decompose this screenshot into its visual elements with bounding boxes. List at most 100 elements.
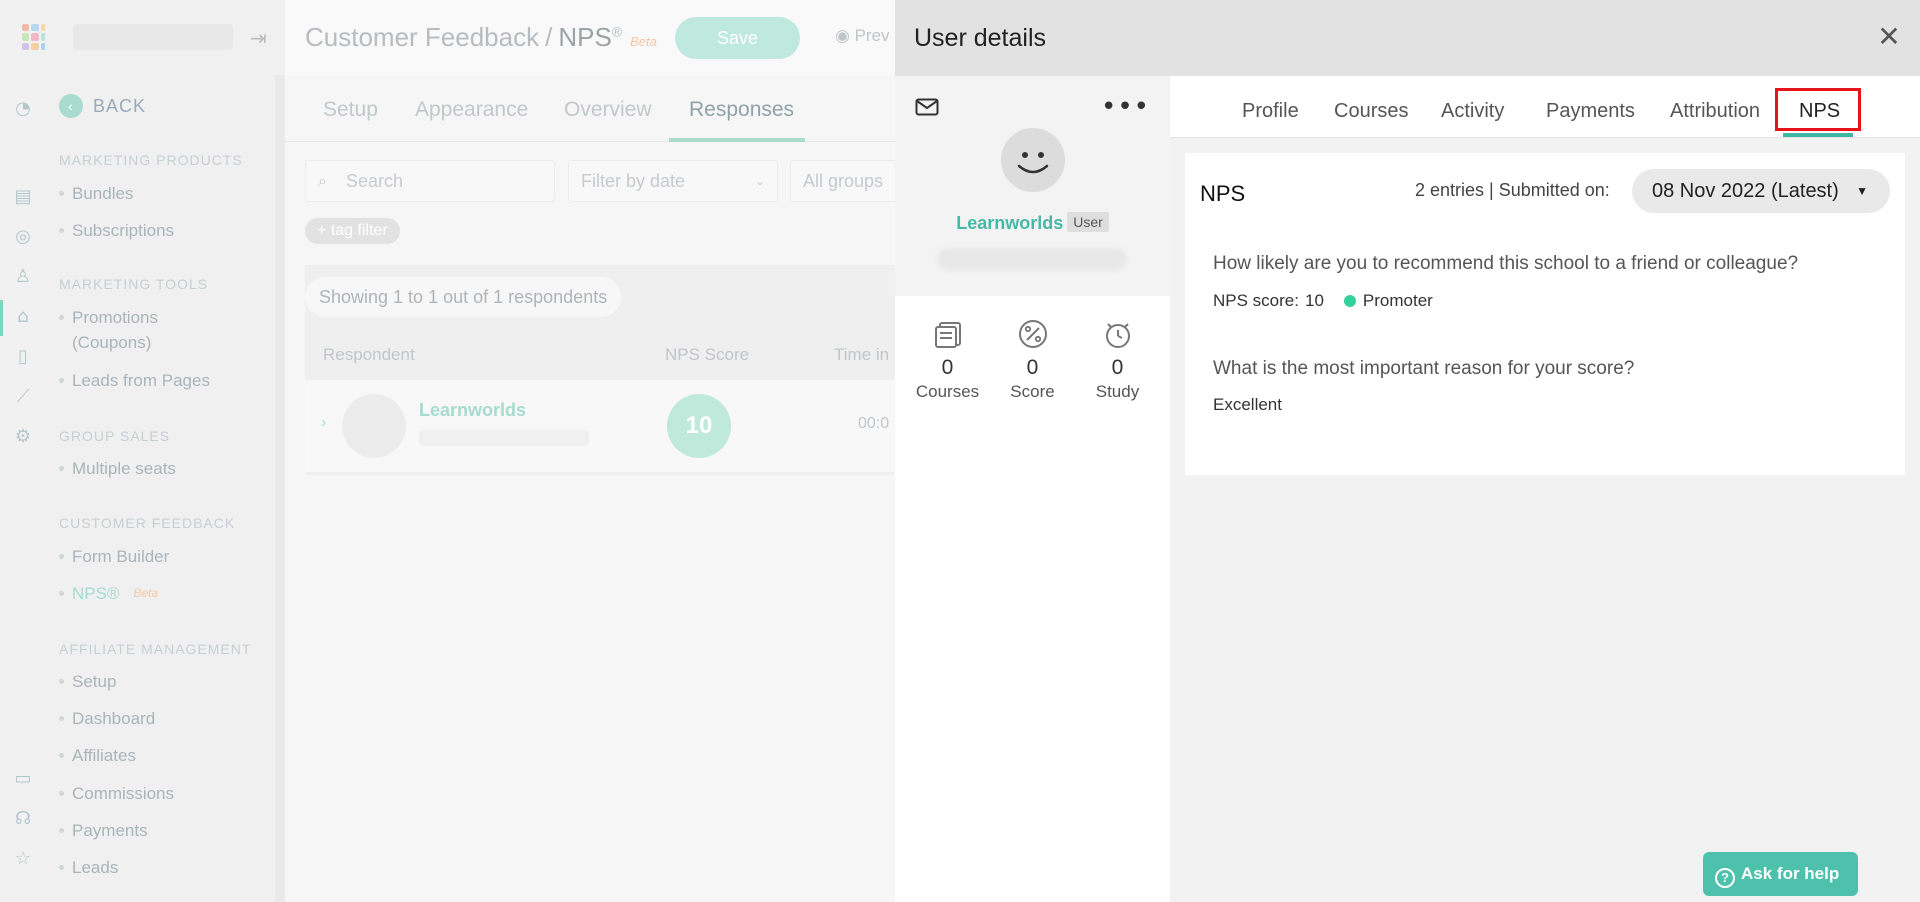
tab-underline <box>669 138 805 142</box>
user-name[interactable]: Learnworlds <box>956 213 1063 233</box>
study-icon <box>1105 323 1130 348</box>
sidebar-item-promotions[interactable]: Promotions (Coupons) <box>59 305 199 355</box>
stat-score: 0 Score <box>993 318 1073 402</box>
filter-by-date-select[interactable]: Filter by date ⌄ <box>568 160 778 202</box>
column-respondent[interactable]: Respondent <box>323 345 415 365</box>
column-nps-score[interactable]: NPS Score <box>665 345 749 365</box>
user-details-drawer: User details ✕ ••• Learnworlds User 0 Co… <box>895 0 1920 902</box>
mobile-icon[interactable]: ▯ <box>12 346 34 368</box>
logout-icon[interactable]: ⇥ <box>250 26 267 50</box>
column-time[interactable]: Time in p <box>834 345 903 365</box>
profile-column: ••• Learnworlds User 0 Courses 0 Score 0… <box>895 76 1170 902</box>
more-options-icon[interactable]: ••• <box>1101 92 1150 122</box>
user-star-icon[interactable]: ☆ <box>12 848 34 870</box>
pages-icon[interactable]: ▤ <box>12 186 34 208</box>
sidebar-item-payments[interactable]: Payments <box>59 818 148 843</box>
icon-rail: ◔ ▤ ◎ ♙ ⌂ ▯ ⟋ ⚙ ▭ ☊ ☆ <box>0 0 48 902</box>
sidebar-item-multiple-seats[interactable]: Multiple seats <box>59 456 176 481</box>
respondent-email-blurred <box>419 430 589 446</box>
back-arrow-icon: ‹ <box>59 94 83 118</box>
sidebar-item-subscriptions[interactable]: Subscriptions <box>59 218 174 243</box>
back-label: BACK <box>93 95 147 116</box>
tag-filter-button[interactable]: + tag filter <box>305 218 400 244</box>
sidebar-item-form-builder[interactable]: Form Builder <box>59 544 169 569</box>
question-reason: What is the most important reason for yo… <box>1213 358 1635 379</box>
sidebar-scrollbar[interactable] <box>275 75 285 902</box>
ask-for-help-button[interactable]: ? Ask for help <box>1703 852 1858 896</box>
eye-icon: ◉ <box>835 26 855 45</box>
school-brand-blurred <box>73 24 233 50</box>
clipboard-icon[interactable]: ▭ <box>12 768 34 790</box>
sidebar-section-title: CUSTOMER FEEDBACK <box>59 515 236 531</box>
settings-gear-icon[interactable]: ⚙ <box>12 426 34 448</box>
sidebar-item-nps[interactable]: NPS® Beta <box>59 581 158 606</box>
search-input[interactable]: ⌕ Search <box>305 160 555 202</box>
support-headset-icon[interactable]: ☊ <box>12 808 34 830</box>
users-icon[interactable]: ♙ <box>12 266 34 288</box>
dashboard-icon[interactable]: ◔ <box>12 98 34 120</box>
nps-tab-highlight-box <box>1775 88 1861 131</box>
sidebar-item-leads-from-pages[interactable]: Leads from Pages <box>59 368 210 393</box>
save-button[interactable]: Save <box>675 17 800 59</box>
nps-entries-meta: 2 entries | Submitted on: <box>1415 180 1610 200</box>
courses-icon <box>934 322 961 348</box>
nps-card: NPS 2 entries | Submitted on: 08 Nov 202… <box>1185 153 1905 475</box>
sidebar-item-dashboard[interactable]: Dashboard <box>59 706 155 731</box>
tab-courses[interactable]: Courses <box>1334 100 1408 123</box>
sidebar-item-bundles[interactable]: Bundles <box>59 181 133 206</box>
user-stats: 0 Courses 0 Score 0 Study <box>895 318 1170 402</box>
nps-score-label: NPS score: <box>1213 291 1299 310</box>
analytics-icon[interactable]: ⟋ <box>12 386 34 408</box>
sidebar-section-title: MARKETING TOOLS <box>59 276 209 292</box>
tag-icon[interactable]: ⌂ <box>12 306 34 328</box>
close-icon[interactable]: ✕ <box>1874 22 1904 52</box>
tab-appearance[interactable]: Appearance <box>415 98 528 122</box>
nps-score-line: NPS score: 10 Promoter <box>1213 291 1433 311</box>
ask-for-help-label: Ask for help <box>1741 864 1840 883</box>
sidebar: ⇥ ‹ BACK MARKETING PRODUCTS Bundles Subs… <box>45 0 285 902</box>
globe-icon[interactable]: ◎ <box>12 226 34 248</box>
chevron-down-icon: ⌄ <box>754 174 765 188</box>
sidebar-item-leads[interactable]: Leads <box>59 855 118 880</box>
results-panel: Showing 1 to 1 out of 1 respondents Resp… <box>305 265 945 475</box>
back-button[interactable]: ‹ BACK <box>59 94 146 118</box>
stat-study: 0 Study <box>1078 318 1158 402</box>
table-row[interactable]: › Learnworlds 10 00:0 <box>305 380 945 472</box>
tab-attribution[interactable]: Attribution <box>1670 100 1760 123</box>
user-name-row: Learnworlds User <box>895 212 1170 234</box>
tab-overview[interactable]: Overview <box>564 98 652 122</box>
preview-button[interactable]: ◉ Prev <box>835 26 890 46</box>
chevron-right-icon[interactable]: › <box>321 414 326 432</box>
page-title: Customer Feedback / NPS®Beta <box>305 22 657 52</box>
respondent-name[interactable]: Learnworlds <box>419 400 526 421</box>
tab-activity[interactable]: Activity <box>1441 100 1504 123</box>
groups-select[interactable]: All groups <box>790 160 910 202</box>
promoter-status-dot <box>1343 295 1356 307</box>
drawer-title: User details <box>914 24 1046 52</box>
nps-score-badge: 10 <box>667 394 731 458</box>
profile-header: ••• Learnworlds User <box>895 76 1170 296</box>
user-email-blurred <box>937 248 1127 270</box>
caret-down-icon: ▼ <box>1856 184 1868 198</box>
sidebar-section-title: AFFILIATE MANAGEMENT <box>59 641 252 657</box>
drawer-header: User details ✕ <box>895 0 1920 76</box>
sidebar-section-title: MARKETING PRODUCTS <box>59 152 243 168</box>
stat-label: Study <box>1095 382 1140 401</box>
tab-setup[interactable]: Setup <box>323 98 378 122</box>
results-count: Showing 1 to 1 out of 1 respondents <box>305 277 622 317</box>
sidebar-item-affiliates[interactable]: Affiliates <box>59 743 136 768</box>
tab-payments[interactable]: Payments <box>1546 100 1635 123</box>
stat-courses: 0 Courses <box>908 318 988 402</box>
stat-value: 0 <box>1026 356 1039 379</box>
tab-responses[interactable]: Responses <box>689 98 794 122</box>
sidebar-item-commissions[interactable]: Commissions <box>59 781 174 806</box>
score-icon <box>1018 320 1047 348</box>
search-icon: ⌕ <box>318 171 327 190</box>
mail-icon[interactable] <box>915 98 939 116</box>
submission-date-select[interactable]: 08 Nov 2022 (Latest) ▼ <box>1632 169 1890 213</box>
tab-profile[interactable]: Profile <box>1242 100 1299 123</box>
sidebar-item-setup[interactable]: Setup <box>59 669 116 694</box>
stat-label: Score <box>1010 382 1055 401</box>
details-tabs: Profile Courses Activity Payments Attrib… <box>1170 76 1920 138</box>
stat-value: 0 <box>1111 356 1124 379</box>
